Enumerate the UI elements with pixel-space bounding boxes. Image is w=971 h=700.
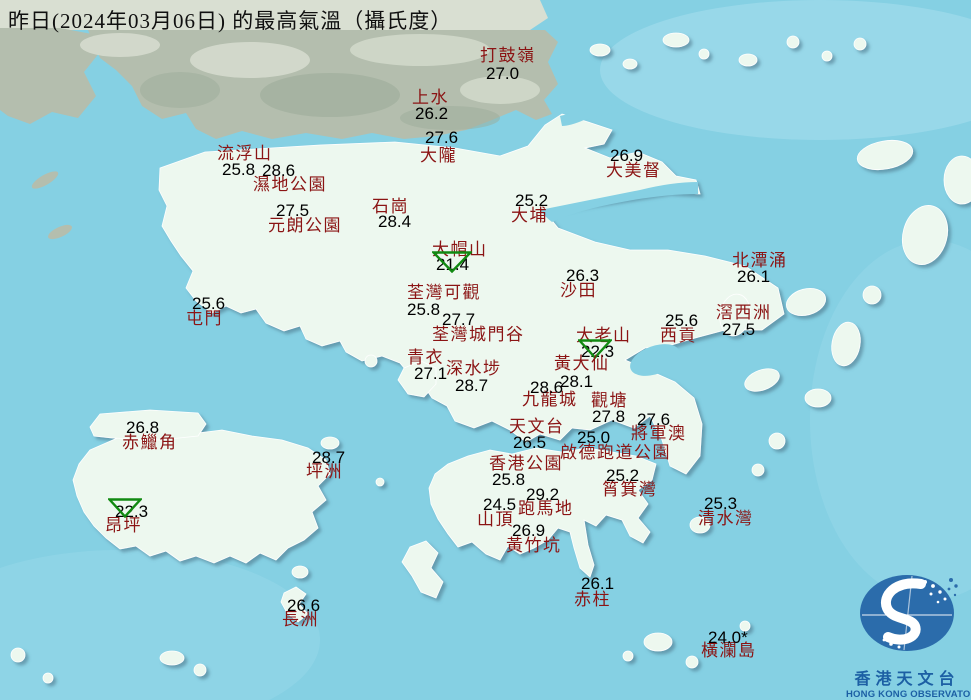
south-island-1	[686, 656, 698, 668]
station-temp: 27.5	[276, 203, 309, 219]
station-temp: 28.6	[530, 380, 563, 396]
station-temp: 25.0	[577, 430, 610, 446]
east-island-5	[752, 464, 764, 476]
station-temp: 25.6	[665, 313, 698, 329]
mirs-bay-island-1	[590, 44, 610, 56]
mirs-bay-island-7	[822, 51, 832, 61]
mirs-bay-island-4	[699, 49, 709, 59]
station-temp: 29.2	[526, 487, 559, 503]
station-temp: 25.8	[492, 472, 525, 488]
station-temp: 26.2	[415, 106, 448, 122]
hko-logo-zh-label: 香港天文台	[846, 665, 968, 689]
map-title: 昨日(2024年03月06日) 的最高氣溫（攝氏度）	[8, 5, 452, 35]
station-temp: 26.1	[737, 269, 770, 285]
station-temp: 26.3	[566, 268, 599, 284]
mirs-bay-island-6	[787, 36, 799, 48]
east-island-4	[769, 433, 785, 449]
hko-logo: 香港天文台 HONG KONG OBSERVATORY	[846, 572, 968, 700]
station-temp: 27.0	[486, 66, 519, 82]
station-temp: 24.0*	[708, 630, 748, 646]
low-temp-marker-icon	[108, 498, 142, 523]
soko-island-1	[160, 651, 184, 665]
mirs-bay-island-11	[863, 286, 881, 304]
station-temp: 25.2	[515, 193, 548, 209]
station-temp: 25.8	[407, 302, 440, 318]
station-temp: 27.8	[592, 409, 625, 425]
station-temp: 28.6	[262, 163, 295, 179]
mirs-bay-island-3	[663, 33, 689, 47]
hko-logo-en-label: HONG KONG OBSERVATORY	[846, 689, 968, 700]
station-temp: 24.5	[483, 497, 516, 513]
hei-ling-chau-island	[292, 566, 308, 578]
station-temp: 28.4	[378, 214, 411, 230]
station-temp: 27.1	[414, 366, 447, 382]
east-island-3	[805, 389, 831, 407]
station-temp: 26.9	[610, 148, 643, 164]
hko-logo-icon	[855, 572, 959, 658]
station-temp: 28.7	[312, 450, 345, 466]
station-name: 赤柱	[574, 591, 611, 608]
station-temp: 26.1	[581, 576, 614, 592]
station-temp: 28.1	[560, 374, 593, 390]
station-temp: 27.5	[722, 322, 755, 338]
station-temp: 25.3	[704, 496, 737, 512]
sw-island-1	[11, 648, 25, 662]
hong-kong-map	[0, 0, 971, 700]
station-temp: 25.8	[222, 162, 255, 178]
station-name: 打鼓嶺	[480, 47, 536, 64]
station-temp: 27.6	[425, 130, 458, 146]
station-temp: 26.9	[512, 523, 545, 539]
station-name: 大隴	[420, 147, 457, 164]
south-island-2	[623, 651, 633, 661]
ma-wan-island	[365, 355, 377, 367]
mirs-bay-island-5	[739, 54, 757, 66]
station-temp: 27.7	[442, 312, 475, 328]
station-temp: 26.5	[513, 435, 546, 451]
station-temp: 27.6	[637, 412, 670, 428]
station-temp: 25.6	[192, 296, 225, 312]
weather-map: 昨日(2024年03月06日) 的最高氣溫（攝氏度） 打鼓嶺27.0上水26.2…	[0, 0, 971, 700]
station-name: 荃灣可觀	[407, 284, 481, 301]
station-temp: 28.7	[455, 378, 488, 394]
mirs-bay-island-2	[623, 59, 637, 69]
mirs-bay-island-8	[854, 38, 866, 50]
station-temp: 26.6	[287, 598, 320, 614]
station-temp: 25.2	[606, 468, 639, 484]
halftone-dots-outer	[948, 578, 958, 596]
sw-island-2	[43, 673, 53, 683]
low-temp-marker-icon	[432, 251, 472, 278]
station-temp: 26.8	[126, 420, 159, 436]
po-toi-island	[644, 633, 672, 651]
station-name: 黃大仙	[554, 355, 610, 372]
station-name: 深水埗	[446, 360, 502, 377]
station-name: 滘西洲	[716, 304, 772, 321]
soko-island-2	[194, 664, 206, 676]
kau-yi-chau-island	[376, 478, 384, 486]
